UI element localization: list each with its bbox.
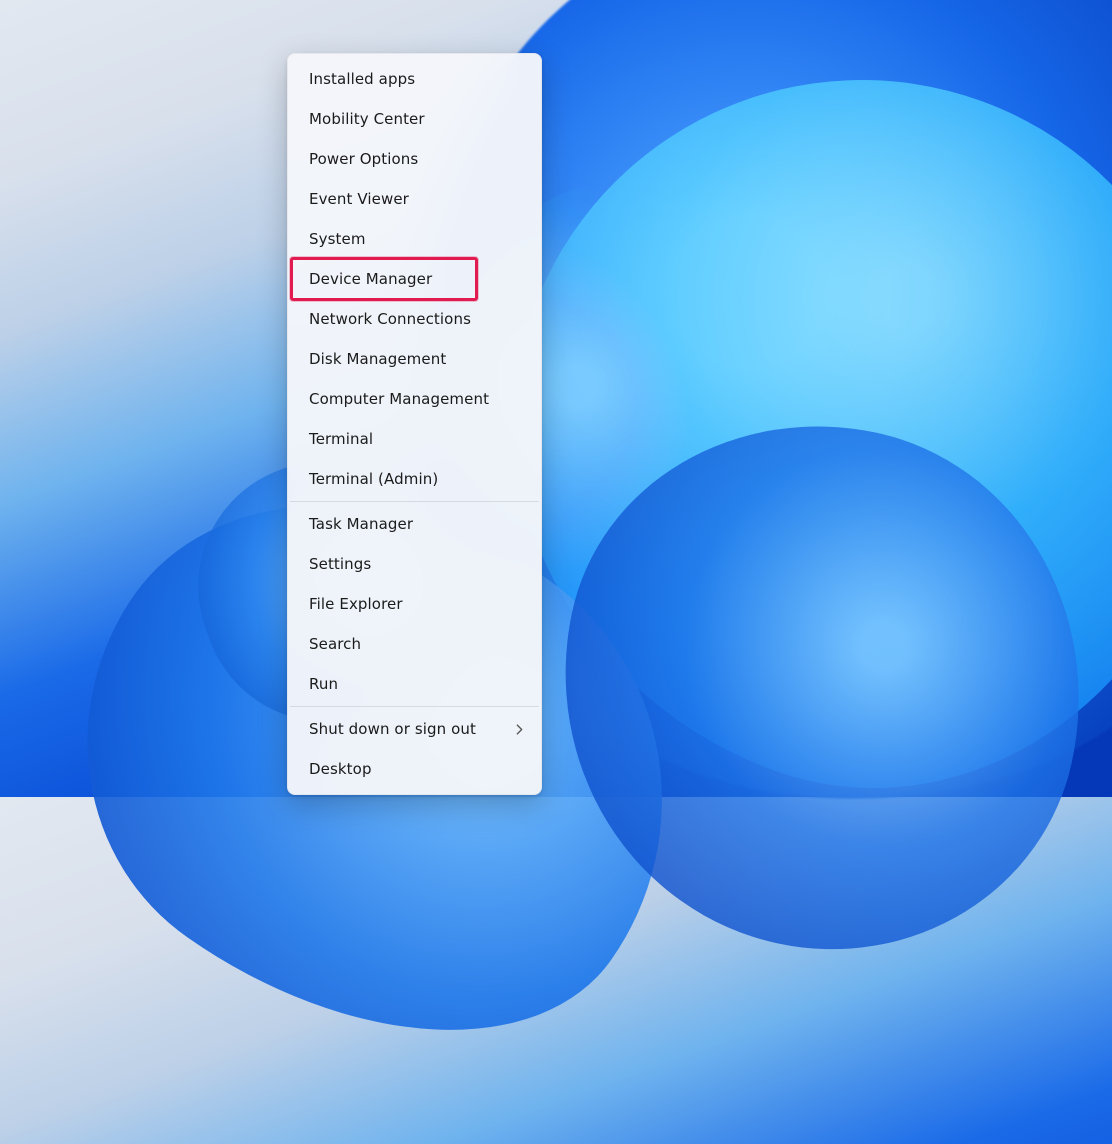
menu-item-terminal[interactable]: Terminal [291,419,538,459]
menu-item-power-options[interactable]: Power Options [291,139,538,179]
winx-context-menu: Installed apps Mobility Center Power Opt… [287,53,542,795]
menu-item-label: Network Connections [309,310,471,328]
menu-item-device-manager[interactable]: Device Manager [291,259,538,299]
menu-item-mobility-center[interactable]: Mobility Center [291,99,538,139]
menu-item-label: Computer Management [309,390,489,408]
menu-item-label: Desktop [309,760,372,778]
menu-item-network-connections[interactable]: Network Connections [291,299,538,339]
menu-item-label: Disk Management [309,350,446,368]
menu-item-file-explorer[interactable]: File Explorer [291,584,538,624]
menu-item-label: Installed apps [309,70,415,88]
menu-item-label: System [309,230,366,248]
menu-item-label: Terminal (Admin) [309,470,438,488]
menu-item-desktop[interactable]: Desktop [291,749,538,789]
menu-item-label: Shut down or sign out [309,720,476,738]
menu-item-label: Mobility Center [309,110,425,128]
menu-item-search[interactable]: Search [291,624,538,664]
menu-item-shut-down-or-sign-out[interactable]: Shut down or sign out [291,709,538,749]
menu-item-label: Search [309,635,361,653]
menu-item-label: Task Manager [309,515,413,533]
menu-item-label: Event Viewer [309,190,409,208]
menu-item-event-viewer[interactable]: Event Viewer [291,179,538,219]
menu-item-computer-management[interactable]: Computer Management [291,379,538,419]
menu-item-installed-apps[interactable]: Installed apps [291,59,538,99]
menu-item-label: Device Manager [309,270,432,288]
menu-item-system[interactable]: System [291,219,538,259]
menu-item-label: Terminal [309,430,373,448]
chevron-right-icon [514,724,524,734]
menu-separator [290,501,539,502]
menu-separator [290,706,539,707]
menu-item-run[interactable]: Run [291,664,538,704]
menu-item-settings[interactable]: Settings [291,544,538,584]
menu-item-label: Settings [309,555,371,573]
menu-item-disk-management[interactable]: Disk Management [291,339,538,379]
menu-item-label: Run [309,675,338,693]
menu-item-label: File Explorer [309,595,403,613]
menu-item-label: Power Options [309,150,418,168]
menu-item-task-manager[interactable]: Task Manager [291,504,538,544]
wallpaper-swirl [514,379,1112,996]
menu-item-terminal-admin[interactable]: Terminal (Admin) [291,459,538,499]
